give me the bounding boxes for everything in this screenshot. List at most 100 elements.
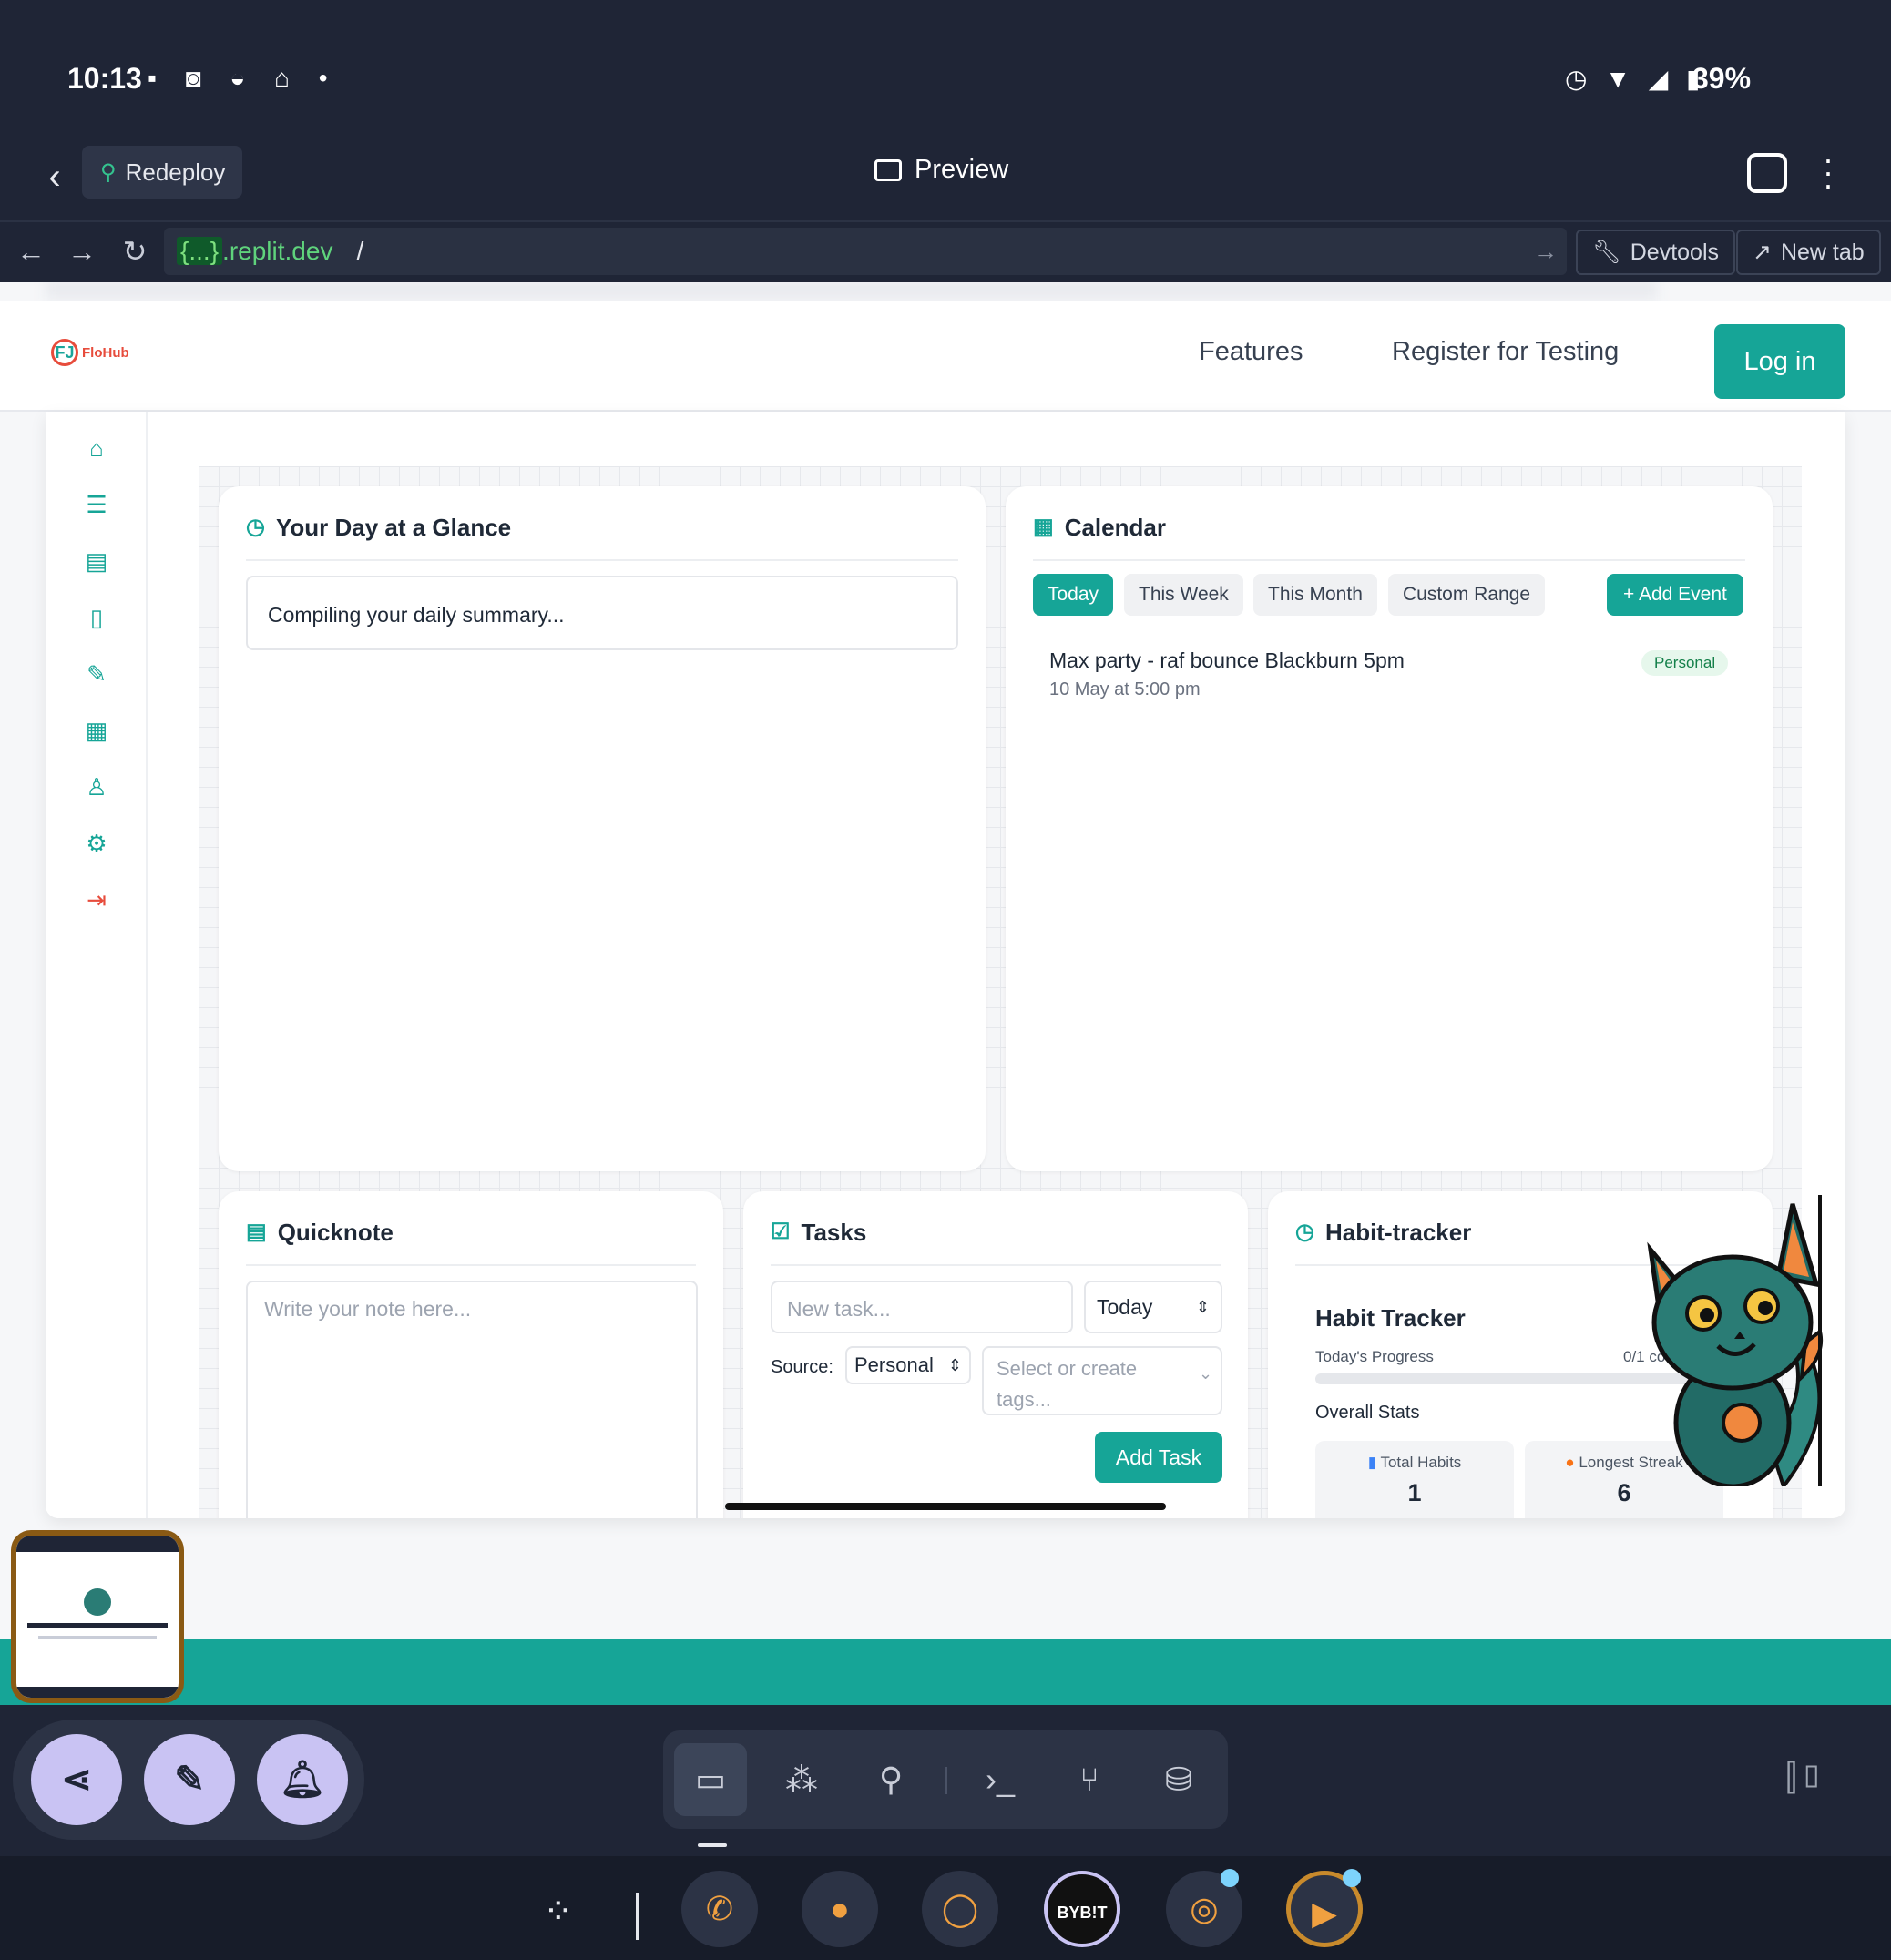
overall-stats-label: Overall Stats (1315, 1403, 1420, 1423)
web-content: FJ FloHub Features Register for Testing … (0, 282, 1891, 1639)
notification-dot (1343, 1869, 1361, 1887)
total-habits-stat: ▮ Total Habits 1 (1315, 1441, 1514, 1518)
bar-chart-icon: ▮ (1367, 1454, 1377, 1471)
shell-icon[interactable]: ›_ (964, 1743, 1037, 1816)
tags-select[interactable]: Select or create tags... (982, 1346, 1222, 1415)
teal-band (0, 1639, 1891, 1705)
source-label: Source: (771, 1357, 833, 1377)
calendar-icon[interactable]: ▦ (82, 716, 111, 745)
whatsapp-app-icon[interactable]: ◯ (922, 1871, 998, 1947)
share-icon[interactable]: ⋖ (31, 1734, 122, 1825)
due-select[interactable]: Today ⇕ (1084, 1281, 1222, 1333)
calendar-icon: ▦ (1033, 515, 1054, 539)
redeploy-button[interactable]: ⚲ Redeploy (82, 146, 242, 199)
deploy-icon[interactable]: ⚲ (854, 1743, 927, 1816)
book-icon[interactable]: ▯ (82, 603, 111, 632)
calendar-title: Calendar (1064, 514, 1166, 541)
url-host: {...} .replit.dev (177, 237, 332, 266)
chevron-down-icon: ⌄ (1199, 1364, 1213, 1383)
phone-app-icon[interactable]: ✆ (681, 1871, 758, 1947)
login-button[interactable]: Log in (1714, 324, 1845, 399)
flohub-logo[interactable]: FJ FloHub (51, 339, 129, 366)
browser-back-icon[interactable]: ← (11, 231, 51, 271)
tool-divider (946, 1767, 947, 1794)
nav-features[interactable]: Features (1199, 337, 1303, 367)
devtools-button[interactable]: 🔧︎ Devtools (1576, 230, 1736, 275)
git-icon[interactable]: ⑂ (1053, 1743, 1126, 1816)
system-status-icons: ◷ ▼ ◢ ▮ (1565, 65, 1706, 93)
total-habits-label: ▮ Total Habits (1367, 1454, 1462, 1471)
status-time: 10:13 (67, 62, 142, 95)
messages-app-icon[interactable]: ● (802, 1871, 878, 1947)
quicknote-textarea[interactable]: Write your note here... (246, 1281, 698, 1518)
glance-title: Your Day at a Glance (275, 514, 512, 541)
add-alert-icon[interactable]: 🔔︎ (257, 1734, 348, 1825)
add-task-button[interactable]: Add Task (1095, 1432, 1222, 1483)
nav-register[interactable]: Register for Testing (1392, 337, 1619, 367)
cat-mascot[interactable] (1623, 1195, 1842, 1486)
daily-summary: Compiling your daily summary... (246, 576, 958, 650)
wrench-icon: 🔧︎ (1592, 239, 1621, 265)
battery-percent: 39% (1692, 62, 1752, 95)
url-input[interactable]: {...} .replit.dev / → (164, 228, 1567, 275)
clock-icon: ◷ (246, 515, 265, 539)
dock-handle (698, 1843, 727, 1847)
home-icon[interactable]: ⌂ (82, 434, 111, 463)
go-arrow-icon[interactable]: → (1534, 238, 1558, 266)
progress-label: Today's Progress (1315, 1348, 1434, 1365)
filter-custom-range[interactable]: Custom Range (1388, 574, 1546, 616)
notification-dot (1221, 1869, 1239, 1887)
task-list-icon[interactable]: ☰ (82, 490, 111, 519)
add-event-button[interactable]: + Add Event (1607, 574, 1743, 616)
notebook-pen-icon[interactable]: ✎ (82, 659, 111, 689)
deploy-icon: ⚲ (100, 159, 117, 185)
tasks-header: ☑ Tasks (771, 1219, 1221, 1266)
filter-today[interactable]: Today (1033, 574, 1114, 616)
tabs-icon[interactable] (1747, 153, 1787, 193)
status-bar: 10:13 ▪ ◙ ◒ ⌂ • ◷ ▼ ◢ ▮ 39% (0, 0, 1891, 137)
note-icon: ▤ (246, 1220, 267, 1244)
browser-forward-icon[interactable]: → (62, 231, 102, 271)
more-menu-icon[interactable]: · · · (1822, 143, 1835, 201)
calendar-card: ▦ Calendar Today This Week This Month Cu… (1006, 486, 1773, 1171)
user-icon[interactable]: ♙ (82, 772, 111, 801)
event-title[interactable]: Max party - raf bounce Blackburn 5pm (1049, 648, 1405, 673)
quicknote-header: ▤ Quicknote (246, 1219, 696, 1266)
notification-icons: ▪ ◙ ◒ ⌂ • (148, 64, 339, 92)
edit-icon[interactable]: ✎ (144, 1734, 235, 1825)
reload-icon[interactable]: ↻ (115, 231, 155, 271)
settings-icon[interactable]: ⚙ (82, 829, 111, 858)
sort-arrows-icon: ⇕ (947, 1355, 962, 1374)
preview-tab-icon[interactable]: ▭ (674, 1743, 747, 1816)
filter-this-month[interactable]: This Month (1253, 574, 1377, 616)
app-drawer-icon[interactable]: ⁘ (543, 1891, 574, 1933)
floating-actions: ⋖ ✎ 🔔︎ (13, 1720, 364, 1840)
gesture-home-indicator (725, 1503, 1166, 1510)
back-icon[interactable]: ‹ (35, 157, 75, 197)
preview-label: Preview (915, 155, 1009, 184)
tasks-title: Tasks (801, 1219, 867, 1246)
recent-app-thumbnail[interactable] (11, 1530, 184, 1703)
logo-name: FloHub (82, 344, 129, 361)
dashboard-grid: ◷ Your Day at a Glance Compiling your da… (199, 466, 1802, 1518)
workflows-icon[interactable]: ⁂ (765, 1743, 838, 1816)
clipboard-icon[interactable]: ▤ (82, 546, 111, 576)
bybit-app-icon[interactable]: BYB!T (1044, 1871, 1120, 1947)
site-navbar: FJ FloHub Features Register for Testing … (0, 301, 1891, 412)
url-path: / (356, 237, 364, 265)
source-value: Personal (854, 1353, 934, 1376)
url-bar: ← → ↻ {...} .replit.dev / → 🔧︎ Devtools ↗… (0, 220, 1891, 281)
event-time: 10 May at 5:00 pm (1049, 679, 1201, 699)
new-task-input[interactable]: New task... (771, 1281, 1073, 1333)
dashboard-frame: ⌂ ☰ ▤ ▯ ✎ ▦ ♙ ⚙ ⇥ ◷ Your Day at a Glance… (46, 412, 1845, 1518)
app-header: ‹ ⚲ Redeploy Preview · · · (0, 137, 1891, 219)
panel-toggle-icon[interactable]: ⫿▯ (1785, 1758, 1826, 1799)
habit-inner-title: Habit Tracker (1315, 1304, 1466, 1332)
quicknote-title: Quicknote (277, 1219, 394, 1246)
new-tab-button[interactable]: ↗ New tab (1736, 230, 1881, 275)
calendar-header: ▦ Calendar (1033, 514, 1745, 561)
source-select[interactable]: Personal ⇕ (845, 1346, 971, 1384)
logout-icon[interactable]: ⇥ (82, 885, 111, 914)
database-icon[interactable]: ⛁ (1142, 1743, 1215, 1816)
filter-this-week[interactable]: This Week (1124, 574, 1243, 616)
